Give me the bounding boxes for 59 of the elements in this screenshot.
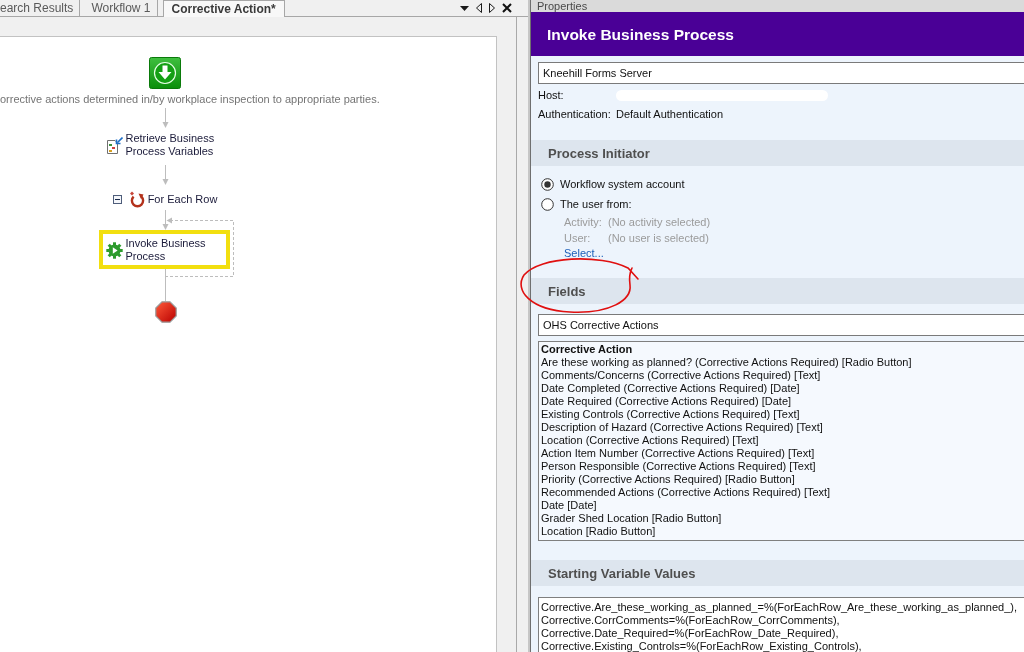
list-item[interactable]: Are these working as planned? (Corrective Actions Required) [Radio Button] — [541, 356, 912, 369]
section-header: Fields — [531, 278, 1024, 304]
close-icon[interactable] — [502, 3, 512, 13]
form-field[interactable]: OHS Corrective Actions — [538, 314, 1024, 336]
text-line: Corrective.CorrComments=%(ForEachRow_CorrComments), — [541, 614, 840, 627]
node-label[interactable]: For Each Row — [147, 193, 218, 206]
list-item[interactable]: Action Item Number (Corrective Actions Required) [Text] — [541, 447, 815, 460]
right-triangle-icon[interactable] — [489, 3, 495, 13]
circular-arrow-icon — [128, 191, 146, 208]
document-arrow-icon — [105, 136, 123, 154]
selection-frame[interactable]: Invoke Business Process — [98, 230, 230, 269]
field-value: (No user is selected) — [608, 231, 709, 245]
gear-icon — [105, 241, 123, 259]
connector-arrow — [161, 108, 170, 128]
text-line: Corrective.Existing_Controls=%(ForEachRow_Existing_Controls), — [541, 640, 862, 652]
variables-field[interactable] — [538, 597, 1024, 652]
node-label[interactable]: Invoke Business Process — [125, 237, 218, 263]
stop-sign-icon[interactable] — [155, 301, 177, 323]
tab[interactable]: Workflow 1 — [85, 0, 158, 16]
node-label[interactable]: Retrieve Business Process Variables — [125, 132, 218, 158]
section-header: Starting Variable Values — [531, 560, 1024, 586]
server-field[interactable]: Kneehill Forms Server — [538, 62, 1024, 84]
list-item[interactable]: Description of Hazard (Corrective Actions Required) [Text] — [541, 421, 823, 434]
list-item[interactable]: Date Completed (Corrective Actions Required) [Date] — [541, 382, 800, 395]
list-heading: Corrective Action — [541, 343, 633, 356]
connector-arrow — [161, 210, 170, 230]
connector-arrow — [161, 165, 170, 185]
field-label: User: — [564, 231, 592, 245]
field-label: Host: — [538, 88, 565, 102]
radio-icon[interactable] — [541, 177, 554, 191]
list-item[interactable]: Existing Controls (Corrective Actions Required) [Text] — [541, 408, 800, 421]
left-triangle-icon[interactable] — [476, 3, 482, 13]
select-link[interactable]: Select... — [564, 247, 604, 261]
radio-option[interactable]: The user from: — [541, 197, 632, 211]
list-item[interactable]: Location [Radio Button] — [541, 525, 656, 538]
panel-title: Properties — [530, 0, 1024, 12]
tab[interactable]: earch Results — [0, 0, 81, 16]
field-value: (No activity selected) — [608, 215, 711, 229]
activity-heading: Invoke Business Process — [530, 12, 1024, 56]
field-label: Activity: — [564, 215, 603, 229]
text-line: Corrective.Date_Required=%(ForEachRow_Date_Required), — [541, 627, 839, 640]
field-label: Authentication: — [538, 107, 612, 121]
text-line: Corrective.Are_these_working_as_planned_=%(ForEachRow_Are_these_working_as_planned_), — [541, 601, 1018, 614]
list-item[interactable]: Grader Shed Location [Radio Button] — [541, 512, 722, 525]
radio-option[interactable]: Workflow system account — [541, 177, 685, 191]
list-item[interactable]: Priority (Corrective Actions Required) [Radio Button] — [541, 473, 795, 486]
list-item[interactable]: Person Responsible (Corrective Actions Required) [Text] — [541, 460, 816, 473]
section-header: Process Initiator — [531, 140, 1024, 166]
field-value: Default Authentication — [616, 107, 724, 121]
list-item[interactable]: Date Required (Corrective Actions Required) [Date] — [541, 395, 792, 408]
list-item[interactable]: Location (Corrective Actions Required) [Text] — [541, 434, 759, 447]
workflow-description: orrective actions determined in/by workplace inspection to appropriate parties. — [0, 93, 380, 106]
collapse-icon[interactable] — [112, 195, 122, 204]
list-item[interactable]: Recommended Actions (Corrective Actions Required) [Text] — [541, 486, 831, 499]
list-item[interactable]: Comments/Concerns (Corrective Actions Required) [Text] — [541, 369, 821, 382]
tab[interactable]: Corrective Action* — [162, 0, 285, 17]
list-item[interactable]: Date [Date] — [541, 499, 597, 512]
radio-icon[interactable] — [541, 197, 554, 211]
caret-down-icon[interactable] — [460, 5, 469, 11]
